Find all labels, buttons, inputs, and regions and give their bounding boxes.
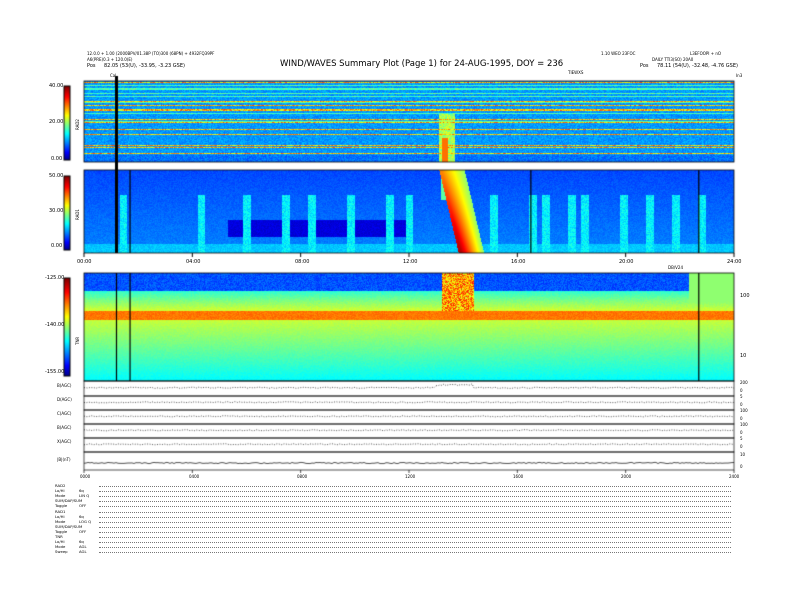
mag-xtick-5: 2000 [621,474,632,479]
settings-row-dots [99,501,731,503]
settings-row-dots [99,537,731,538]
mag-right-tick-5b: 0 [740,464,743,469]
mag-series-label-3: B(AGC) [57,425,72,430]
mag-right-tick-1a: 5 [740,394,743,399]
mag-right-tick-1b: 0 [740,402,743,407]
mag-xtick-2: 0800 [297,474,308,479]
settings-row: Sweep AGL [55,549,745,554]
settings-row-dots [99,531,731,533]
mag-xtick-6: 2400 [729,474,740,479]
header-center-small: TIEWXS [568,70,584,75]
tnr-ytick-mid: -140.00 [45,322,65,328]
rad2-ylabel: RAD2 [75,119,80,130]
cal-marker-label: Cal [110,73,117,78]
rad1-ytick-top: 50.00 [49,173,64,179]
rad1-ylabel: RAD1 [75,209,80,220]
settings-row-dots [99,491,731,493]
header-right-pos-label: Pos [640,63,649,69]
page-title: WIND/WAVES Summary Plot (Page 1) for 24-… [280,59,564,69]
header-right-line1: 1.10 WEO 23FOC [601,51,636,56]
header-right-line3: DAILY TTI3(SO) 20A0 [652,57,694,62]
rad1-ytick-mid: 30.00 [49,208,64,214]
settings-row-dots [99,506,731,508]
mag-series-label-1: D(AGC) [57,397,72,402]
mag-xtick-4: 1600 [513,474,524,479]
mag-series-label-2: C(AGC) [57,411,72,416]
settings-row-dots [99,511,731,513]
settings-row-value: AGL [79,549,87,555]
rad1-ytick-bottom: 0.00 [51,243,63,249]
rad-xtick-3: 12:00 [403,259,418,265]
settings-row-dots [99,516,731,518]
tnr-sub-label: DB/V24 [668,265,683,270]
header-right-pos-value: 78.11 (54(U), -32.48, -4.76 GSE) [657,63,738,69]
settings-row-dots [99,521,731,523]
mag-xtick-1: 0400 [189,474,200,479]
settings-row-dots [99,486,731,487]
rad-xtick-2: 08:00 [295,259,310,265]
tnr-ylabel: TNR [75,336,80,345]
rad-xtick-1: 04:00 [186,259,201,265]
rad2-ytick-mid: 20.00 [49,119,64,125]
tnr-ytick-top: -125.00 [45,275,65,281]
header-right-line2: L3EFOOPI + nO [690,51,722,56]
tnr-right-tick-100: 100 [740,293,750,299]
settings-row-dots [99,526,731,528]
mag-right-tick-0a: 200 [740,380,748,385]
settings-row-dots [99,552,731,554]
mag-right-tick-2b: 0 [740,416,743,421]
rad2-ytick-top: 40.00 [49,83,64,89]
header-left-pos-value: 82.05 (53(U), -33.95, -3.23 GSE) [104,63,185,69]
mag-series-label-5: |B|(nT) [57,457,71,462]
tnr-right-tick-10: 10 [740,353,747,359]
rad-xtick-4: 16:00 [511,259,526,265]
settings-row-label: Sweep [55,549,68,555]
rad-xtick-6: 24:00 [727,259,742,265]
mag-right-tick-4a: 5 [740,436,743,441]
mag-xtick-0: 0000 [80,474,91,479]
mag-right-tick-5a: 10 [740,452,746,457]
in3-marker-label: In3 [736,73,743,78]
mag-right-tick-3a: 100 [740,422,748,427]
tnr-ytick-bottom: -155.00 [45,369,65,375]
header-left-line2: A6(PRE)0.3 + 120.0(E) [87,57,133,62]
mag-right-tick-2a: 100 [740,408,748,413]
mag-right-tick-0b: 0 [740,388,743,393]
mag-xtick-3: 1200 [405,474,416,479]
mag-right-tick-4b: 0 [740,444,743,449]
rad2-ytick-bottom: 0.00 [51,156,63,162]
settings-row-dots [99,542,731,544]
header-left-pos-label: Pos [87,63,96,69]
rad-xtick-5: 20:00 [619,259,634,265]
mag-series-label-4: X(AGC) [57,439,72,444]
mag-right-tick-3b: 0 [740,430,743,435]
mag-series-label-0: B(AGC) [57,383,72,388]
header-left-line1: 12.0.0 + 1.00 (2000BPV/01.38P (TO)300 (6… [87,51,215,56]
settings-row-dots [99,496,731,498]
settings-row-dots [99,547,731,549]
rad-xtick-0: 00:00 [77,259,92,265]
